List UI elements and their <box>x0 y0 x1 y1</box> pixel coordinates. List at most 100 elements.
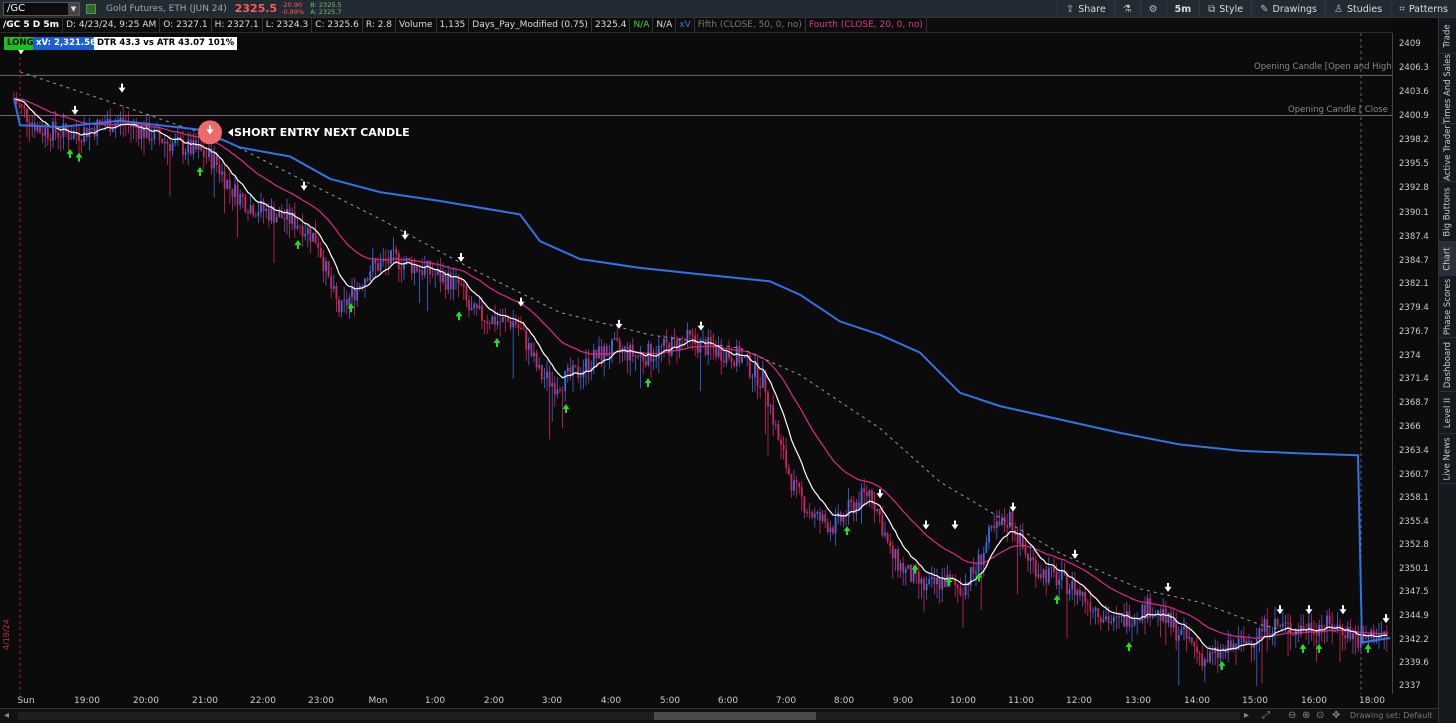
candle-body <box>910 564 912 582</box>
candle-body <box>811 512 814 518</box>
sidebar-tab-live-news[interactable]: Live News <box>1439 434 1456 484</box>
candle-body <box>444 274 447 290</box>
candle-body <box>1357 636 1360 648</box>
studies-button[interactable]: ♙ Studies <box>1325 0 1390 18</box>
timeframe-button[interactable]: 5m <box>1165 0 1200 18</box>
candle-body <box>434 274 437 276</box>
candle-body <box>1276 619 1279 625</box>
candle-body <box>923 578 925 591</box>
candle-body <box>1055 571 1058 586</box>
scroll-left-icon[interactable]: ◂ <box>4 710 9 721</box>
sidebar-tab-big-buttons[interactable]: Big Buttons <box>1439 182 1456 242</box>
candle-body <box>473 303 476 308</box>
candle-body <box>793 480 795 491</box>
scrollbar-thumb[interactable] <box>654 712 816 720</box>
patterns-button[interactable]: ⌗ Patterns <box>1390 0 1456 18</box>
candle-body <box>1190 637 1193 643</box>
style-button[interactable]: ⧉ Style <box>1199 0 1251 18</box>
pan-icon[interactable]: ✥ <box>1332 710 1340 721</box>
candle-body <box>340 300 343 313</box>
candle-body <box>868 490 871 497</box>
zoom-fit-icon[interactable]: ⊙ <box>1316 710 1324 721</box>
xv-study[interactable]: xV <box>676 18 695 32</box>
price-chart[interactable] <box>0 33 1392 694</box>
volume-label[interactable]: Volume <box>396 18 437 32</box>
symbol-input[interactable]: /GC ▼ <box>3 1 80 16</box>
candle-body <box>579 376 582 378</box>
candle-body <box>1133 619 1136 626</box>
chart-title[interactable]: /GC 5 D 5m <box>0 18 64 32</box>
buy-signal-arrow <box>294 239 302 249</box>
volume-value: 1,135 <box>437 18 470 32</box>
zoom-out-icon[interactable]: ⊖ <box>1288 710 1296 721</box>
sell-signal-arrow <box>1305 605 1313 615</box>
candle-body <box>598 346 600 359</box>
sidebar-tab-active-trader[interactable]: Active Trader <box>1439 124 1456 182</box>
days-pay-study[interactable]: Days_Pay_Modified (0.75) <box>469 18 592 32</box>
candle-body <box>23 106 26 109</box>
buy-signal-arrow <box>1218 660 1226 670</box>
sidebar-tab-chart[interactable]: Chart <box>1439 242 1456 276</box>
candle-body <box>1058 579 1061 586</box>
candle-body <box>1287 622 1289 624</box>
price-tick: 2339.6 <box>1399 657 1429 668</box>
price-tick: 2363.4 <box>1399 445 1429 456</box>
price-tick: 2366 <box>1399 422 1421 433</box>
scroll-right-icon[interactable]: ▸ <box>1244 710 1249 721</box>
candle-body <box>546 371 548 379</box>
candle-body <box>787 467 790 475</box>
candle-body <box>491 316 494 325</box>
drawings-button[interactable]: ✎ Drawings <box>1251 0 1325 18</box>
link-icon[interactable] <box>86 3 96 14</box>
sidebar-tab-label: Phase Scores <box>1443 278 1454 335</box>
scrollbar-track[interactable] <box>18 712 1240 720</box>
chevron-down-icon[interactable]: ▼ <box>68 2 79 15</box>
fifth-study[interactable]: Fifth (CLOSE, 50, 0, no) <box>695 18 806 32</box>
zoom-in-icon[interactable]: ⊕ <box>1302 710 1310 721</box>
price-tick: 2400.9 <box>1399 111 1429 122</box>
price-tick: 2390.1 <box>1399 207 1429 218</box>
candle-body <box>621 348 624 350</box>
sidebar-tab-trade[interactable]: Trade <box>1439 18 1456 54</box>
candle-body <box>774 423 777 425</box>
price-tick: 2374 <box>1399 351 1421 362</box>
candle-body <box>254 215 257 217</box>
sidebar-tab-level-ii[interactable]: Level II <box>1439 392 1456 434</box>
drawing-set-label[interactable]: Drawing set: Default <box>1350 711 1433 720</box>
candle-body <box>858 502 860 509</box>
candle-body <box>566 367 569 372</box>
candle-body <box>88 128 91 138</box>
candle-body <box>1240 637 1243 639</box>
buy-signal-arrow <box>493 338 501 348</box>
expand-icon[interactable]: ⤢ <box>1262 710 1270 721</box>
candle-body <box>808 511 811 513</box>
price-tick: 2358.1 <box>1399 492 1429 503</box>
time-tick: 20:00 <box>133 696 159 706</box>
share-button[interactable]: ⇪ Share <box>1056 0 1114 18</box>
net-change: -20.90 -0.89% <box>281 0 305 16</box>
price-axis[interactable]: 2409 2406.3 2403.6 2400.9 2398.2 2395.5 2392.8… <box>1392 33 1438 694</box>
candle-body <box>221 171 223 175</box>
price-tick: 2387.4 <box>1399 231 1429 242</box>
candle-body <box>876 509 879 512</box>
fourth-study[interactable]: Fourth (CLOSE, 20, 0, no) <box>806 18 927 32</box>
candle-body <box>1141 604 1144 621</box>
sidebar-tab-dashboard[interactable]: Dashboard <box>1439 338 1456 392</box>
candle-body <box>743 356 746 358</box>
candle-body <box>624 346 626 349</box>
time-tick: Mon <box>368 696 388 706</box>
time-tick: 12:00 <box>1066 696 1092 706</box>
sidebar-tab-times-and-sales[interactable]: Times And Sales <box>1439 54 1456 124</box>
candle-body <box>150 139 153 141</box>
candle-body <box>1232 643 1235 651</box>
flask-button[interactable]: ⚗ <box>1113 0 1140 18</box>
candle-body <box>301 225 304 237</box>
settings-button[interactable]: ⚙ <box>1139 0 1166 18</box>
buy-signal-arrow <box>1299 643 1307 653</box>
bar-range: R: 2.8 <box>363 18 397 32</box>
candle-body <box>312 232 314 242</box>
candle-body <box>509 320 512 328</box>
sidebar-tab-phase-scores[interactable]: Phase Scores <box>1439 276 1456 338</box>
price-tick: 2384.7 <box>1399 255 1429 266</box>
candle-body <box>777 423 780 440</box>
